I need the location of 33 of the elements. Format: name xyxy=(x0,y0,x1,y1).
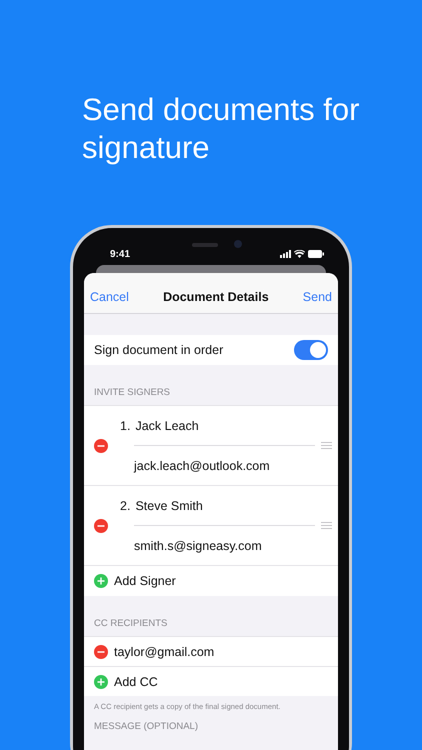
add-signer-row[interactable]: Add Signer xyxy=(84,566,338,596)
signer-name[interactable]: Steve Smith xyxy=(135,498,203,512)
signer-number: 1. xyxy=(120,418,130,432)
signer-email[interactable]: smith.s@signeasy.com xyxy=(134,538,315,552)
signer-email[interactable]: jack.leach@outlook.com xyxy=(134,458,315,472)
section-header: CC RECIPIENTS xyxy=(94,618,168,629)
add-cc-label: Add CC xyxy=(114,674,159,688)
send-button[interactable]: Send xyxy=(302,290,332,304)
drag-handle-icon[interactable] xyxy=(321,522,332,529)
section-header: MESSAGE (OPTIONAL) xyxy=(94,721,198,732)
add-signer-label: Add Signer xyxy=(114,574,177,588)
remove-icon[interactable] xyxy=(94,644,108,658)
battery-icon xyxy=(308,250,324,258)
section-header: INVITE SIGNERS xyxy=(94,387,170,398)
speaker-grille xyxy=(192,243,218,247)
cc-email[interactable]: taylor@gmail.com xyxy=(114,644,328,658)
add-icon[interactable] xyxy=(94,674,108,688)
remove-icon[interactable] xyxy=(94,438,108,452)
order-switch[interactable] xyxy=(294,340,328,360)
signer-number: 2. xyxy=(120,498,130,512)
signer-name[interactable]: Jack Leach xyxy=(135,418,199,432)
remove-icon[interactable] xyxy=(94,518,108,532)
drag-handle-icon[interactable] xyxy=(321,442,332,449)
screen-title: Document Details xyxy=(163,290,269,304)
toggle-label: Sign document in order xyxy=(94,343,224,357)
add-cc-row[interactable]: Add CC xyxy=(84,666,338,696)
status-time: 9:41 xyxy=(110,248,130,260)
headline: Send documents for signature xyxy=(81,91,360,167)
camera-lens xyxy=(234,240,242,248)
wifi-icon xyxy=(294,250,305,258)
cancel-button[interactable]: Cancel xyxy=(90,290,129,304)
add-icon[interactable] xyxy=(94,574,108,588)
signal-icon xyxy=(280,250,291,258)
